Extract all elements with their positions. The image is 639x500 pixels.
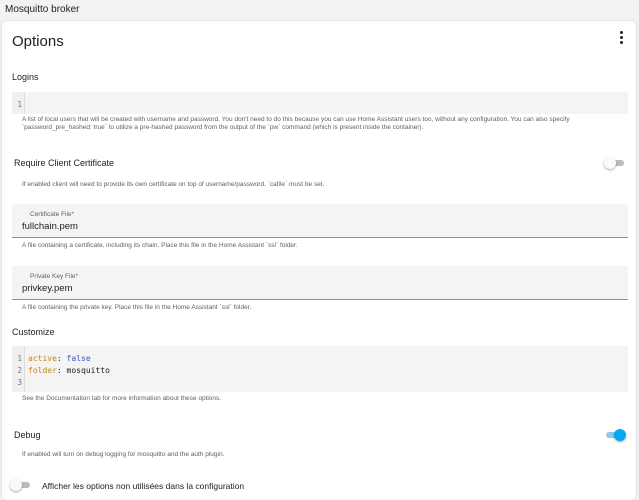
certfile-field[interactable]: Certificate File* fullchain.pem <box>12 204 628 238</box>
customize-label: Customize <box>12 327 55 337</box>
require-cert-label: Require Client Certificate <box>14 158 115 168</box>
card-title: Options <box>12 33 64 50</box>
yaml-key: folder <box>28 366 57 375</box>
certfile-value: fullchain.pem <box>22 221 78 232</box>
yaml-value: mosquitto <box>66 366 110 375</box>
options-card: Options Logins 1 A list of local users t… <box>2 21 636 500</box>
show-unused-label: Afficher les options non utilisées dans … <box>42 481 245 491</box>
certfile-helper: A file containing a certificate, includi… <box>22 242 298 249</box>
logins-editor[interactable]: 1 <box>12 92 628 114</box>
debug-label: Debug <box>14 430 41 440</box>
certfile-label: Certificate File* <box>30 211 75 218</box>
customize-code-line: active: false <box>28 354 91 363</box>
window-title: Mosquitto broker <box>5 4 80 15</box>
yaml-value: false <box>66 354 91 363</box>
customize-editor[interactable]: 1 2 3 active: false folder: mosquitto <box>12 346 628 392</box>
show-unused-toggle[interactable] <box>10 479 32 491</box>
keyfile-field[interactable]: Private Key File* privkey.pem <box>12 266 628 300</box>
keyfile-value: privkey.pem <box>22 283 73 294</box>
yaml-sep: : <box>56 366 67 375</box>
require-cert-helper: If enabled client will need to provide i… <box>22 181 325 188</box>
debug-toggle[interactable] <box>604 429 626 441</box>
debug-helper: If enabled will turn on debug logging fo… <box>22 451 225 458</box>
customize-helper: See the Documentation tab for more infor… <box>22 395 222 402</box>
keyfile-helper: A file containing the private key. Place… <box>22 304 252 311</box>
customize-line-number: 3 <box>17 378 22 387</box>
customize-line-number: 2 <box>17 366 22 375</box>
logins-label: Logins <box>12 72 39 82</box>
logins-line-number: 1 <box>17 100 22 109</box>
require-cert-toggle[interactable] <box>604 157 626 169</box>
customize-line-number: 1 <box>17 354 22 363</box>
more-vert-icon[interactable] <box>620 31 624 44</box>
keyfile-label: Private Key File* <box>30 273 79 280</box>
logins-helper: A list of local users that will be creat… <box>22 116 570 131</box>
customize-code-line: folder: mosquitto <box>28 366 110 375</box>
yaml-key: active <box>28 354 57 363</box>
yaml-sep: : <box>56 354 67 363</box>
